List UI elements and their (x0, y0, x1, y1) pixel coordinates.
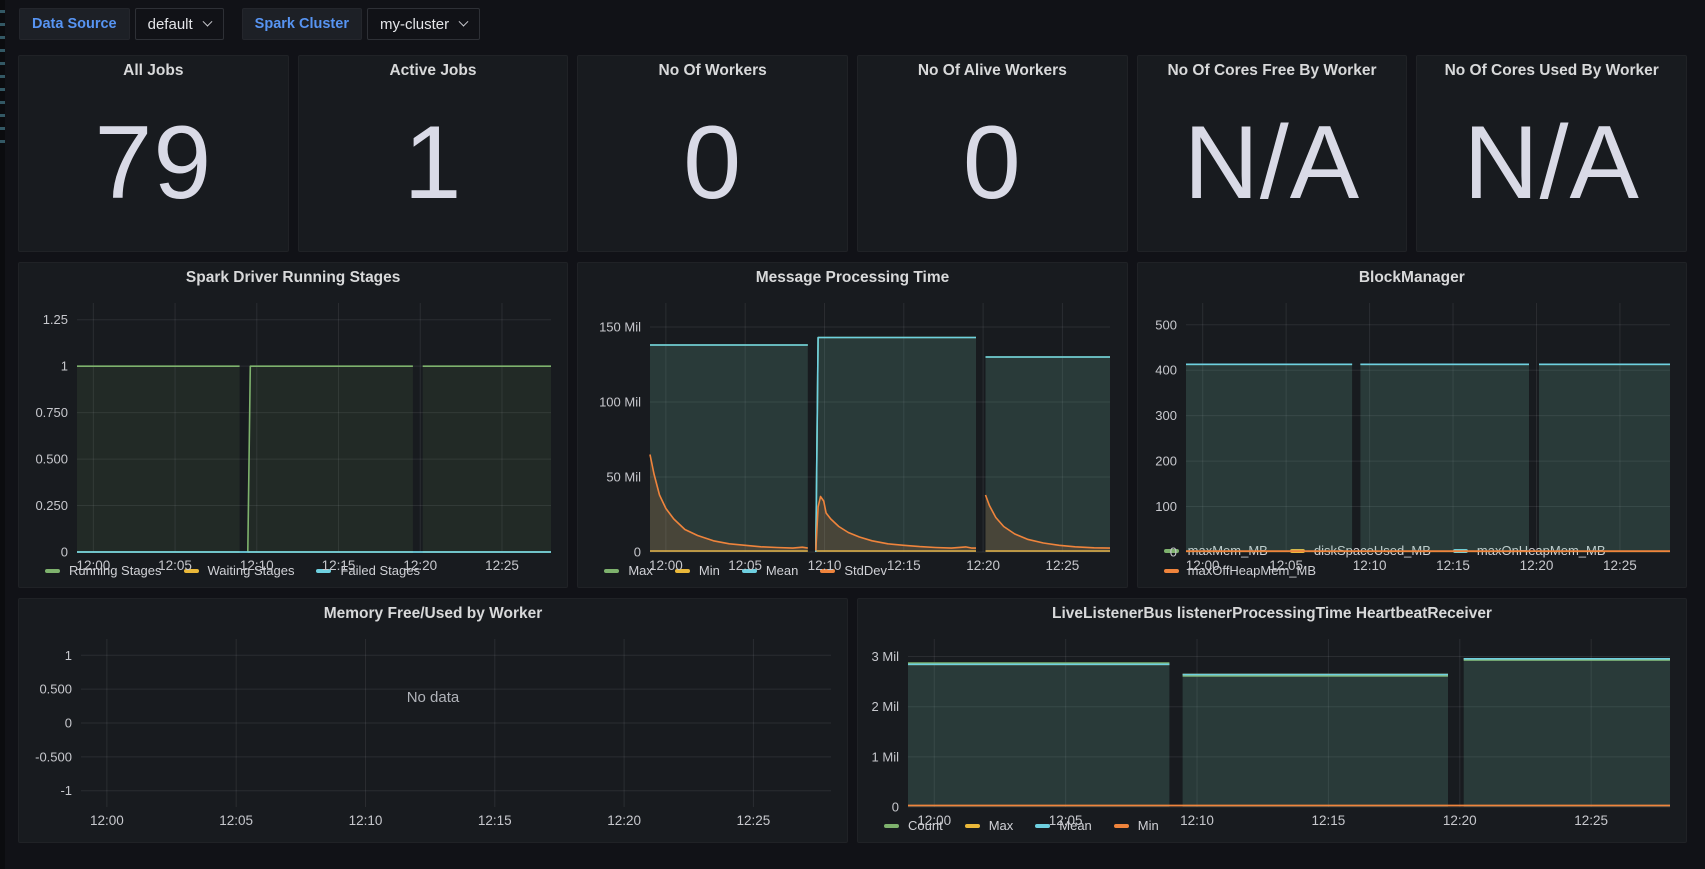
svg-text:-0.500: -0.500 (35, 749, 72, 764)
panel-livelistenerbus-heartbeatreceiver: LiveListenerBus listenerProcessingTime H… (857, 598, 1687, 843)
svg-text:12:20: 12:20 (967, 558, 1001, 573)
svg-text:12:15: 12:15 (1436, 558, 1470, 573)
panel-title: LiveListenerBus listenerProcessingTime H… (858, 599, 1686, 629)
svg-text:0: 0 (634, 545, 641, 560)
panel-title: BlockManager (1138, 263, 1686, 293)
spark-cluster-value: my-cluster (380, 16, 449, 33)
svg-text:12:15: 12:15 (1312, 813, 1346, 828)
stat-value: 0 (578, 76, 847, 251)
svg-text:12:10: 12:10 (1352, 558, 1386, 573)
stat-value: 0 (858, 76, 1127, 251)
variable-spark-cluster: Spark Cluster my-cluster (242, 8, 480, 40)
edge-marks (0, 0, 5, 150)
chart-spark-driver-running-stages[interactable]: 00.2500.5000.75011.2512:0012:0512:1012:1… (19, 293, 567, 561)
dashboard-variables-bar: Data Source default Spark Cluster my-clu… (0, 0, 1705, 48)
data-source-value: default (148, 16, 193, 33)
svg-text:0: 0 (61, 545, 68, 560)
stat-value: 79 (19, 76, 288, 251)
panel-title: Message Processing Time (578, 263, 1126, 293)
panel-title: Spark Driver Running Stages (19, 263, 567, 293)
svg-text:1: 1 (61, 359, 68, 374)
svg-text:12:05: 12:05 (158, 558, 192, 573)
svg-text:12:10: 12:10 (1180, 813, 1214, 828)
svg-text:0.750: 0.750 (35, 405, 68, 420)
svg-text:12:00: 12:00 (649, 558, 683, 573)
svg-text:12:25: 12:25 (737, 813, 771, 828)
svg-text:100: 100 (1155, 499, 1177, 514)
panel-message-processing-time: Message Processing Time 0 50 Mil 100 Mil 15… (577, 262, 1127, 588)
spark-cluster-label: Spark Cluster (242, 8, 362, 40)
svg-text:3 Mil: 3 Mil (872, 649, 900, 664)
window-edge-strip (0, 0, 5, 869)
svg-text:12:20: 12:20 (1519, 558, 1553, 573)
stat-panel-no-of-workers: No Of Workers 0 (577, 55, 848, 252)
svg-text:100 Mil: 100 Mil (599, 395, 641, 410)
svg-text:12:00: 12:00 (1185, 558, 1219, 573)
chart-livelistenerbus-heartbeatreceiver[interactable]: 01 Mil2 Mil3 Mil12:0012:0512:1012:1512:2… (858, 629, 1686, 816)
svg-text:12:10: 12:10 (808, 558, 842, 573)
svg-text:12:25: 12:25 (1046, 558, 1080, 573)
svg-text:12:20: 12:20 (1443, 813, 1477, 828)
stat-value: N/A (1417, 76, 1686, 251)
chevron-down-icon (459, 16, 469, 26)
stat-value: N/A (1138, 76, 1407, 251)
svg-text:150 Mil: 150 Mil (599, 320, 641, 335)
svg-text:12:05: 12:05 (729, 558, 763, 573)
svg-text:12:20: 12:20 (607, 813, 641, 828)
svg-text:12:10: 12:10 (349, 813, 383, 828)
svg-text:12:10: 12:10 (240, 558, 274, 573)
svg-text:300: 300 (1155, 408, 1177, 423)
svg-text:12:25: 12:25 (1603, 558, 1637, 573)
chart-blockmanager[interactable]: 010020030040050012:0012:0512:1012:1512:2… (1138, 293, 1686, 541)
spark-cluster-dropdown[interactable]: my-cluster (367, 8, 480, 40)
svg-text:0: 0 (1169, 545, 1176, 560)
svg-text:400: 400 (1155, 363, 1177, 378)
svg-text:12:00: 12:00 (76, 558, 110, 573)
svg-text:0: 0 (65, 716, 72, 731)
svg-text:0.500: 0.500 (35, 452, 68, 467)
svg-text:-1: -1 (60, 783, 72, 798)
svg-text:2 Mil: 2 Mil (872, 699, 900, 714)
svg-text:1: 1 (65, 648, 72, 663)
stat-panel-no-of-alive-workers: No Of Alive Workers 0 (857, 55, 1128, 252)
bottom-charts-row: Memory Free/Used by Worker -1 -0.500 0 0.50… (18, 598, 1687, 843)
svg-text:12:00: 12:00 (90, 813, 124, 828)
svg-text:1.25: 1.25 (43, 312, 68, 327)
variable-data-source: Data Source default (19, 8, 224, 40)
data-source-label: Data Source (19, 8, 130, 40)
panel-title: Memory Free/Used by Worker (19, 599, 847, 629)
middle-charts-row: Spark Driver Running Stages 0 0.250 0.500 0… (18, 262, 1687, 588)
svg-text:12:00: 12:00 (917, 813, 951, 828)
svg-text:0.250: 0.250 (35, 498, 68, 513)
data-source-dropdown[interactable]: default (135, 8, 224, 40)
chevron-down-icon (202, 16, 212, 26)
dashboard-content: All Jobs 79 Active Jobs 1 No Of Workers … (0, 48, 1705, 843)
svg-text:50 Mil: 50 Mil (607, 470, 642, 485)
svg-text:12:15: 12:15 (478, 813, 512, 828)
stat-panel-cores-used-by-worker: No Of Cores Used By Worker N/A (1416, 55, 1687, 252)
svg-text:12:05: 12:05 (1049, 813, 1083, 828)
svg-text:12:20: 12:20 (403, 558, 437, 573)
stat-panel-cores-free-by-worker: No Of Cores Free By Worker N/A (1137, 55, 1408, 252)
stats-row: All Jobs 79 Active Jobs 1 No Of Workers … (18, 55, 1687, 252)
svg-text:12:15: 12:15 (887, 558, 921, 573)
chart-memory-free-used-by-worker[interactable]: -1 -0.500 0 0.500 1 12:00 12:05 12:10 12:15 12:20… (19, 629, 847, 842)
svg-text:0.500: 0.500 (39, 682, 72, 697)
stat-value: 1 (299, 76, 568, 251)
svg-text:0: 0 (892, 800, 899, 815)
chart-message-processing-time[interactable]: 050 Mil100 Mil150 Mil12:0012:0512:1012:1… (578, 293, 1126, 561)
stat-panel-all-jobs: All Jobs 79 (18, 55, 289, 252)
svg-text:12:15: 12:15 (322, 558, 356, 573)
panel-spark-driver-running-stages: Spark Driver Running Stages 0 0.250 0.500 0… (18, 262, 568, 588)
stat-panel-active-jobs: Active Jobs 1 (298, 55, 569, 252)
svg-text:12:25: 12:25 (485, 558, 519, 573)
svg-text:12:05: 12:05 (1269, 558, 1303, 573)
svg-text:200: 200 (1155, 454, 1177, 469)
svg-text:1 Mil: 1 Mil (872, 749, 900, 764)
svg-text:500: 500 (1155, 317, 1177, 332)
svg-text:12:25: 12:25 (1574, 813, 1608, 828)
panel-blockmanager: BlockManager 0 100 200 300 400 500 12:00 12:05 1… (1137, 262, 1687, 588)
svg-text:12:05: 12:05 (219, 813, 253, 828)
panel-memory-free-used-by-worker: Memory Free/Used by Worker -1 -0.500 0 0.50… (18, 598, 848, 843)
